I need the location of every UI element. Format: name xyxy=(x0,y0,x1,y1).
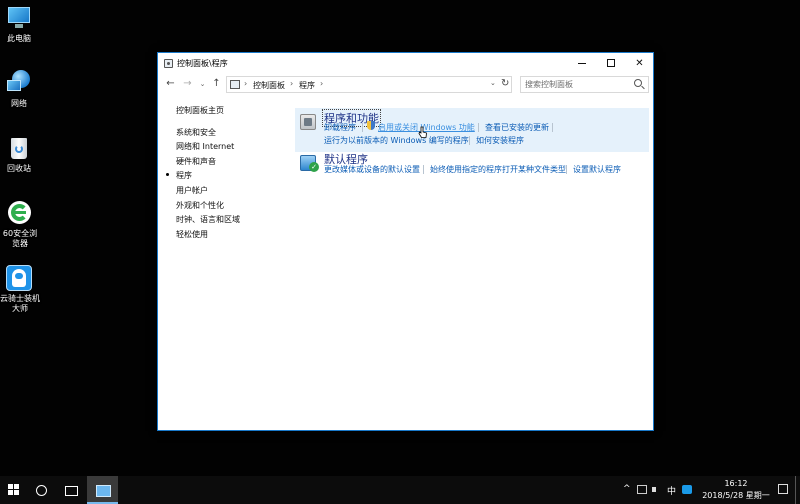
search-box[interactable] xyxy=(520,76,649,93)
sidebar-item-network-internet[interactable]: 网络和 Internet xyxy=(176,141,234,152)
back-button[interactable]: ← xyxy=(164,77,177,91)
current-item-bullet xyxy=(166,173,169,176)
link-separator xyxy=(423,165,424,174)
taskbar: ^ 中 16:12 2018/5/28 星期一 xyxy=(0,476,800,504)
input-method-indicator[interactable]: 中 xyxy=(667,484,676,497)
desktop-icon-recycle-bin[interactable]: 回收站 xyxy=(0,135,38,174)
sidebar-item-programs[interactable]: 程序 xyxy=(166,170,192,181)
show-desktop-button[interactable] xyxy=(795,476,796,504)
link-separator xyxy=(469,136,470,145)
network-tray-icon[interactable] xyxy=(637,485,647,494)
close-button[interactable]: ✕ xyxy=(625,53,654,74)
maximize-button[interactable] xyxy=(596,53,625,74)
search-icon[interactable] xyxy=(634,79,642,87)
minimize-icon xyxy=(577,62,586,64)
control-panel-icon xyxy=(164,59,173,68)
link-separator xyxy=(362,123,363,132)
link-separator xyxy=(478,123,479,132)
breadcrumb-programs[interactable]: 程序 xyxy=(299,80,315,91)
sidebar-item-hardware-sound[interactable]: 硬件和声音 xyxy=(176,156,216,167)
network-icon xyxy=(6,70,32,96)
control-panel-home-link[interactable]: 控制面板主页 xyxy=(176,105,224,116)
set-default-programs-link[interactable]: 设置默认程序 xyxy=(573,164,621,175)
desktop-icon-label: 网络 xyxy=(11,99,27,108)
show-hidden-icons-icon[interactable]: ^ xyxy=(623,484,631,494)
volume-icon[interactable] xyxy=(652,485,662,494)
refresh-icon[interactable]: ↻ xyxy=(501,78,509,89)
taskbar-app-control-panel[interactable] xyxy=(87,476,118,504)
clock-time: 16:12 xyxy=(724,479,748,488)
desktop-icon-label: 云骑士装机大师 xyxy=(0,294,40,313)
search-input[interactable] xyxy=(525,79,630,90)
title-bar[interactable]: 控制面板\程序 ✕ xyxy=(158,53,653,74)
desktop: 此电脑 网络 回收站 60安全浏览器 云骑士装机大师 控制面板\程序 ✕ ← →… xyxy=(0,0,800,476)
browser-360-icon xyxy=(6,200,32,226)
link-separator xyxy=(552,123,553,132)
breadcrumb-separator[interactable]: › xyxy=(244,79,247,88)
sidebar-item-system-security[interactable]: 系统和安全 xyxy=(176,127,216,138)
breadcrumb-control-panel[interactable]: 控制面板 xyxy=(253,80,285,91)
breadcrumb-separator[interactable]: › xyxy=(290,79,293,88)
forward-button[interactable]: → xyxy=(181,77,194,91)
desktop-icon-label: 回收站 xyxy=(7,164,31,173)
close-icon: ✕ xyxy=(635,58,644,69)
action-center-icon[interactable] xyxy=(778,484,788,494)
cortana-search-button[interactable] xyxy=(26,476,56,504)
recycle-bin-icon xyxy=(6,135,32,161)
sidebar-item-clock-region[interactable]: 时钟、语言和区域 xyxy=(176,214,240,225)
qq-tray-icon[interactable] xyxy=(682,485,692,494)
maximize-icon xyxy=(606,59,615,67)
file-type-association-link[interactable]: 始终使用指定的程序打开某种文件类型 xyxy=(430,164,566,175)
address-dropdown-icon[interactable]: ⌄ xyxy=(490,79,496,87)
link-separator xyxy=(566,165,567,174)
checkmark-icon: ✓ xyxy=(309,162,319,172)
desktop-icon-this-pc[interactable]: 此电脑 xyxy=(0,5,38,44)
start-button[interactable] xyxy=(0,476,28,504)
minimize-button[interactable] xyxy=(567,53,596,74)
sidebar-item-user-accounts[interactable]: 用户帐户 xyxy=(176,185,208,196)
desktop-icon-yunqishi[interactable]: 云骑士装机大师 xyxy=(0,265,40,314)
arrow-right-icon: → xyxy=(183,78,192,89)
sidebar-item-label: 程序 xyxy=(176,171,192,180)
installed-updates-link[interactable]: 查看已安装的更新 xyxy=(485,122,549,133)
chevron-down-icon: ⌄ xyxy=(199,80,206,88)
how-to-install-link[interactable]: 如何安装程序 xyxy=(476,135,524,146)
windows-logo-icon-part xyxy=(14,490,19,495)
uac-shield-icon xyxy=(367,121,375,130)
programs-features-icon[interactable] xyxy=(300,114,316,130)
sidebar-item-ease-of-access[interactable]: 轻松使用 xyxy=(176,229,208,240)
this-pc-icon xyxy=(6,5,32,31)
desktop-icon-label: 60安全浏览器 xyxy=(2,229,38,248)
control-panel-icon xyxy=(230,80,240,89)
window-title: 控制面板\程序 xyxy=(177,59,228,68)
uninstall-program-link[interactable]: 卸载程序 xyxy=(324,122,356,133)
windows-logo-icon xyxy=(8,484,13,489)
breadcrumb-separator[interactable]: › xyxy=(320,79,323,88)
control-panel-window: 控制面板\程序 ✕ ← → ⌄ ↑ › 控制面板 › 程序 › ⌄ ↻ 搜索控制… xyxy=(157,52,654,431)
yunqishi-icon xyxy=(6,265,32,291)
windows-logo-icon-part xyxy=(14,484,19,489)
media-defaults-link[interactable]: 更改媒体或设备的默认设置 xyxy=(324,164,420,175)
desktop-icon-network[interactable]: 网络 xyxy=(0,70,38,109)
windows-logo-icon-part xyxy=(8,490,13,495)
desktop-icon-label: 此电脑 xyxy=(7,34,31,43)
clock-date: 2018/5/28 星期一 xyxy=(702,491,770,500)
compatibility-link[interactable]: 运行为以前版本的 Windows 编写的程序 xyxy=(324,135,469,146)
up-button[interactable]: ↑ xyxy=(210,77,223,91)
taskbar-clock[interactable]: 16:12 2018/5/28 星期一 xyxy=(700,478,772,502)
desktop-icon-browser-360[interactable]: 60安全浏览器 xyxy=(0,200,38,249)
mouse-cursor-hand-icon xyxy=(418,126,427,138)
address-bar[interactable]: › 控制面板 › 程序 › ⌄ ↻ xyxy=(226,76,512,93)
navigation-bar: ← → ⌄ ↑ › 控制面板 › 程序 › ⌄ ↻ xyxy=(158,74,653,94)
arrow-up-icon: ↑ xyxy=(212,78,221,89)
task-view-button[interactable] xyxy=(56,476,86,504)
sidebar-item-appearance[interactable]: 外观和个性化 xyxy=(176,200,224,211)
arrow-left-icon: ← xyxy=(166,78,175,89)
recent-locations-button[interactable]: ⌄ xyxy=(196,77,209,91)
